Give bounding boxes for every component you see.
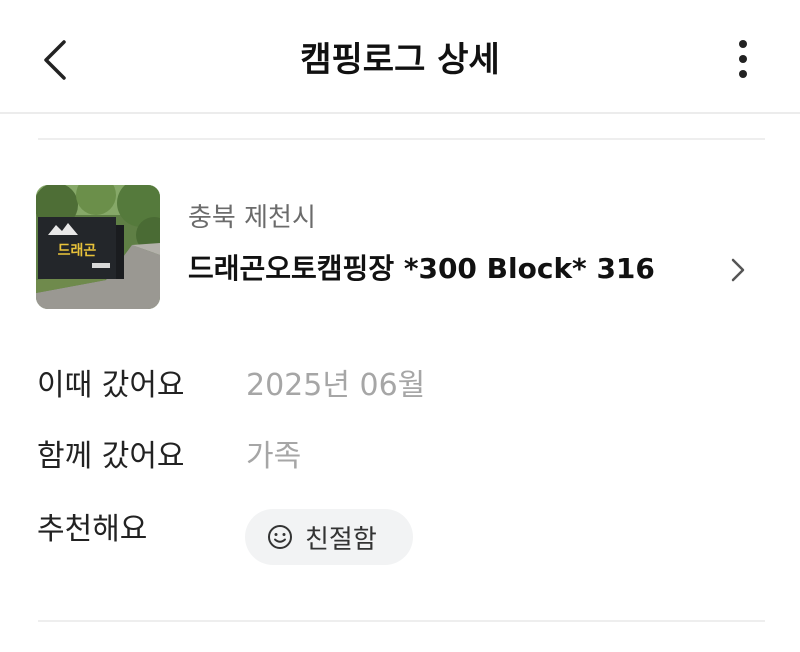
back-button[interactable] (30, 30, 80, 90)
companion-label: 함께 갔어요 (37, 439, 185, 474)
page-title: 캠핑로그 상세 (300, 40, 500, 80)
smile-icon (268, 525, 292, 549)
recommend-label: 추천해요 (37, 512, 148, 547)
recommend-chip: 친절함 (245, 509, 413, 565)
more-options-button[interactable] (718, 30, 768, 90)
sign-text: 드래곤 (58, 243, 97, 259)
campsite-region: 충북 제천시 (188, 203, 316, 233)
section-divider (38, 620, 765, 622)
more-vertical-icon (739, 40, 747, 78)
visited-date-value: 2025년 06월 (246, 368, 426, 403)
chevron-right-icon (728, 255, 748, 285)
top-app-bar: 캠핑로그 상세 (0, 0, 800, 114)
campsite-card[interactable]: 드래곤 충북 제천시 드래곤오토캠핑장 *300 Block* 316 (36, 185, 766, 309)
recommend-chip-label: 친절함 (305, 524, 377, 555)
chevron-left-icon (44, 40, 66, 80)
visited-date-label: 이때 갔어요 (37, 368, 185, 403)
campsite-thumbnail: 드래곤 (36, 185, 160, 309)
companion-value: 가족 (246, 439, 302, 474)
campsite-name: 드래곤오토캠핑장 *300 Block* 316 (188, 252, 655, 285)
section-divider (38, 138, 765, 140)
